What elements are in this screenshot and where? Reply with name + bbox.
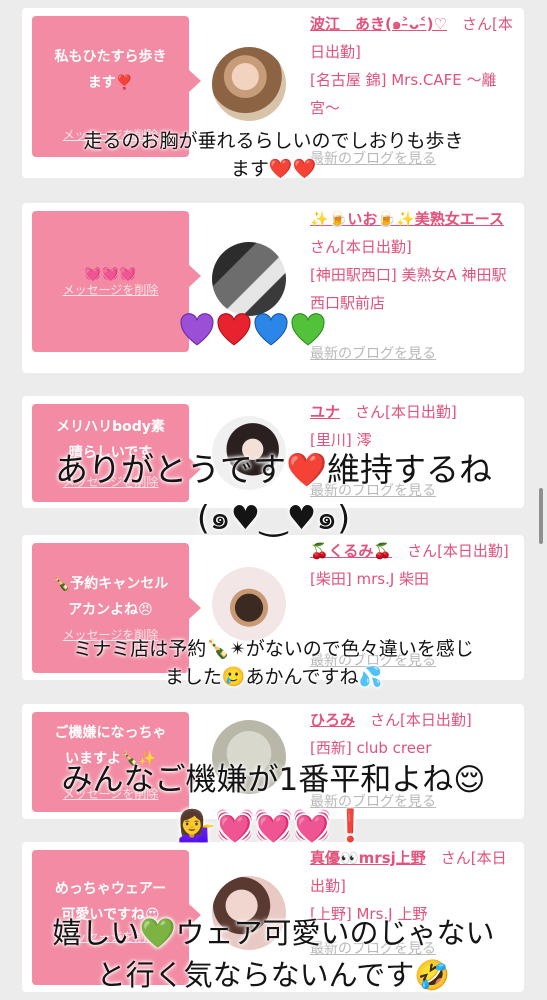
green-heart-icon	[291, 313, 325, 346]
message-card: ご機嫌になっちゃ いますよ🍾✨ メッセージを削除 ひろみ さん[本日出勤] [西…	[22, 704, 524, 819]
delete-message-link[interactable]: メッセージを削除	[32, 473, 189, 490]
latest-blog-link[interactable]: 最新のブログを見る	[310, 791, 436, 811]
latest-blog-link[interactable]: 最新のブログを見る	[310, 938, 436, 958]
shop-label: [名古屋 錦] Mrs.CAFE 〜離宮〜	[310, 71, 497, 117]
latest-blog-link[interactable]: 最新のブログを見る	[310, 650, 436, 670]
message-card: 私もひたすら歩き ます❣️ メッセージを削除 波江 あき(๑˃̵ᴗ˂̵)♡ さん…	[22, 8, 524, 178]
avatar[interactable]	[212, 242, 286, 316]
message-text: 🍾予約キャンセル アカンよね😠	[52, 576, 169, 618]
delete-message-link[interactable]: メッセージを削除	[32, 126, 189, 143]
message-text: 私もひたすら歩き ます❣️	[54, 49, 167, 91]
profile-name-link[interactable]: ユナ	[310, 403, 340, 421]
profile-name-link[interactable]: 🍒くるみ🍒	[310, 542, 392, 560]
message-text: メリハリbody素 晴らしいです	[56, 419, 165, 461]
message-card: 💓💓💓 メッセージを削除 ✨🍺いお🍺✨美熟女エース さん[本日出勤] [神田駅西…	[22, 203, 524, 373]
message-card: メリハリbody素 晴らしいです メッセージを削除 ユナ さん[本日出勤] [里…	[22, 396, 524, 508]
message-bubble: 💓💓💓 メッセージを削除	[32, 211, 201, 352]
avatar[interactable]	[212, 47, 286, 121]
message-text: めっちゃウェアー 可愛いですね😍	[54, 881, 167, 923]
profile-status: さん[本日出勤]	[407, 542, 509, 560]
avatar[interactable]	[212, 720, 286, 794]
shop-label: [里川] 澪	[310, 431, 372, 449]
red-heart-icon	[217, 313, 251, 346]
reply-hearts	[180, 313, 325, 347]
latest-blog-link[interactable]: 最新のブログを見る	[310, 343, 436, 363]
message-card: めっちゃウェアー 可愛いですね😍 メッセージを削除 真優👀mrsj上野 さん[本…	[22, 842, 524, 992]
delete-message-link[interactable]: メッセージを削除	[32, 785, 189, 802]
profile-name-link[interactable]: 波江 あき(๑˃̵ᴗ˂̵)♡	[310, 15, 447, 33]
message-card: 🍾予約キャンセル アカンよね😠 メッセージを削除 🍒くるみ🍒 さん[本日出勤] …	[22, 535, 524, 680]
delete-message-link[interactable]: メッセージを削除	[32, 928, 189, 945]
shop-label: [柴田] mrs.J 柴田	[310, 570, 430, 588]
shop-label: [神田駅西口] 美熟女A 神田駅西口駅前店	[310, 266, 507, 312]
message-bubble: ご機嫌になっちゃ いますよ🍾✨ メッセージを削除	[32, 712, 201, 812]
profile-name-link[interactable]: ひろみ	[310, 711, 355, 729]
profile-name-link[interactable]: 真優👀mrsj上野	[310, 849, 426, 867]
message-bubble: 私もひたすら歩き ます❣️ メッセージを削除	[32, 16, 201, 157]
blue-heart-icon	[254, 313, 288, 346]
message-bubble: 🍾予約キャンセル アカンよね😠 メッセージを削除	[32, 543, 201, 673]
shop-label: [西新] club creer	[310, 739, 432, 757]
purple-heart-icon	[180, 313, 214, 346]
profile-status: さん[本日出勤]	[355, 403, 457, 421]
profile-status: さん[本日出勤]	[310, 238, 412, 256]
avatar[interactable]	[212, 416, 286, 490]
profile-status: さん[本日出勤]	[370, 711, 472, 729]
latest-blog-link[interactable]: 最新のブログを見る	[310, 480, 436, 500]
shop-label: [上野] Mrs.J 上野	[310, 905, 428, 923]
message-bubble: めっちゃウェアー 可愛いですね😍 メッセージを削除	[32, 850, 201, 985]
avatar[interactable]	[212, 567, 286, 641]
latest-blog-link[interactable]: 最新のブログを見る	[310, 148, 436, 168]
delete-message-link[interactable]: メッセージを削除	[32, 281, 189, 298]
profile-name-link[interactable]: ✨🍺いお🍺✨美熟女エース	[310, 210, 504, 228]
message-text: ご機嫌になっちゃ いますよ🍾✨	[54, 725, 167, 767]
avatar[interactable]	[212, 876, 286, 950]
message-bubble: メリハリbody素 晴らしいです メッセージを削除	[32, 404, 201, 502]
delete-message-link[interactable]: メッセージを削除	[32, 626, 189, 643]
scrollbar[interactable]	[539, 488, 543, 544]
